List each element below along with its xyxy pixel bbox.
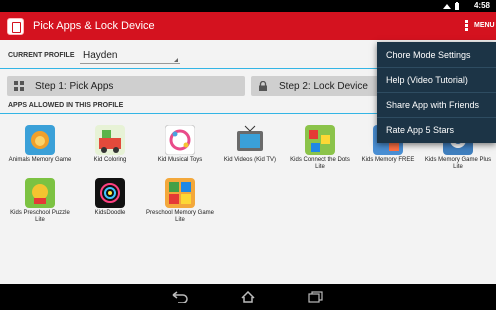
kidsdoodle-icon [95, 178, 125, 208]
app-name: Kid Videos (Kid TV) [223, 157, 277, 163]
app-name: Kids Memory FREE [361, 157, 415, 163]
section-title: APPS ALLOWED IN THIS PROFILE [8, 102, 124, 109]
app-name: KidsDoodle [94, 210, 126, 216]
app-name: Kid Musical Toys [157, 157, 203, 163]
app-title: Pick Apps & Lock Device [33, 20, 155, 32]
app-logo-icon[interactable] [7, 18, 24, 35]
overflow-menu-icon[interactable] [465, 20, 469, 32]
menu-item-rate-app[interactable]: Rate App 5 Stars [377, 117, 496, 142]
app-name: Kids Preschool Puzzle Lite [10, 210, 70, 223]
app-name: Kid Coloring [93, 157, 127, 163]
recents-icon[interactable] [308, 291, 324, 303]
kid-videos-icon [235, 125, 265, 155]
back-icon[interactable] [172, 291, 188, 303]
menu-item-help-video-tutorial[interactable]: Help (Video Tutorial) [377, 67, 496, 92]
kid-musical-toys-icon [165, 125, 195, 155]
grid-icon [14, 81, 24, 91]
status-time: 4:58 [473, 1, 490, 10]
step1-pick-apps-button[interactable]: Step 1: Pick Apps [7, 76, 245, 96]
app-tile-kid-musical-toys[interactable]: Kid Musical Toys [145, 125, 215, 164]
app-name: Kids Memory Game Plus Lite [424, 157, 492, 170]
kids-connect-the-dots-icon [305, 125, 335, 155]
app-name: Preschool Memory Game Lite [145, 210, 215, 223]
menu-item-chore-mode-settings[interactable]: Chore Mode Settings [377, 42, 496, 67]
status-bar: 4:58 [0, 0, 496, 12]
step2-label: Step 2: Lock Device [279, 81, 368, 92]
overflow-menu: Chore Mode Settings Help (Video Tutorial… [377, 42, 496, 143]
app-bar: Pick Apps & Lock Device MENU [0, 12, 496, 40]
menu-item-share-app[interactable]: Share App with Friends [377, 92, 496, 117]
home-icon[interactable] [240, 291, 256, 303]
current-profile-label: CURRENT PROFILE [8, 52, 75, 59]
app-name: Kids Connect the Dots Lite [290, 157, 350, 170]
step1-label: Step 1: Pick Apps [35, 81, 114, 92]
app-tile-kid-videos[interactable]: Kid Videos (Kid TV) [215, 125, 285, 164]
animals-memory-game-icon [25, 125, 55, 155]
kids-preschool-puzzle-icon [25, 178, 55, 208]
kid-coloring-icon [95, 125, 125, 155]
app-tile-preschool-memory-game[interactable]: Preschool Memory Game Lite [145, 178, 215, 224]
navigation-bar [0, 284, 496, 310]
app-tile-kids-preschool-puzzle[interactable]: Kids Preschool Puzzle Lite [5, 178, 75, 224]
profile-select-value: Hayden [83, 50, 118, 61]
profile-select[interactable]: Hayden [80, 46, 180, 64]
app-tile-kids-connect-the-dots[interactable]: Kids Connect the Dots Lite [285, 125, 355, 171]
step2-lock-device-button[interactable]: Step 2: Lock Device [251, 76, 384, 96]
preschool-memory-game-icon [165, 178, 195, 208]
menu-button[interactable]: MENU [474, 22, 495, 29]
app-name: Animals Memory Game [8, 157, 72, 163]
app-tile-kidsdoodle[interactable]: KidsDoodle [75, 178, 145, 217]
app-tile-animals-memory-game[interactable]: Animals Memory Game [5, 125, 75, 164]
status-icons [442, 2, 464, 10]
dropdown-caret-icon [174, 58, 178, 62]
lock-icon [259, 81, 267, 91]
app-tile-kid-coloring[interactable]: Kid Coloring [75, 125, 145, 164]
